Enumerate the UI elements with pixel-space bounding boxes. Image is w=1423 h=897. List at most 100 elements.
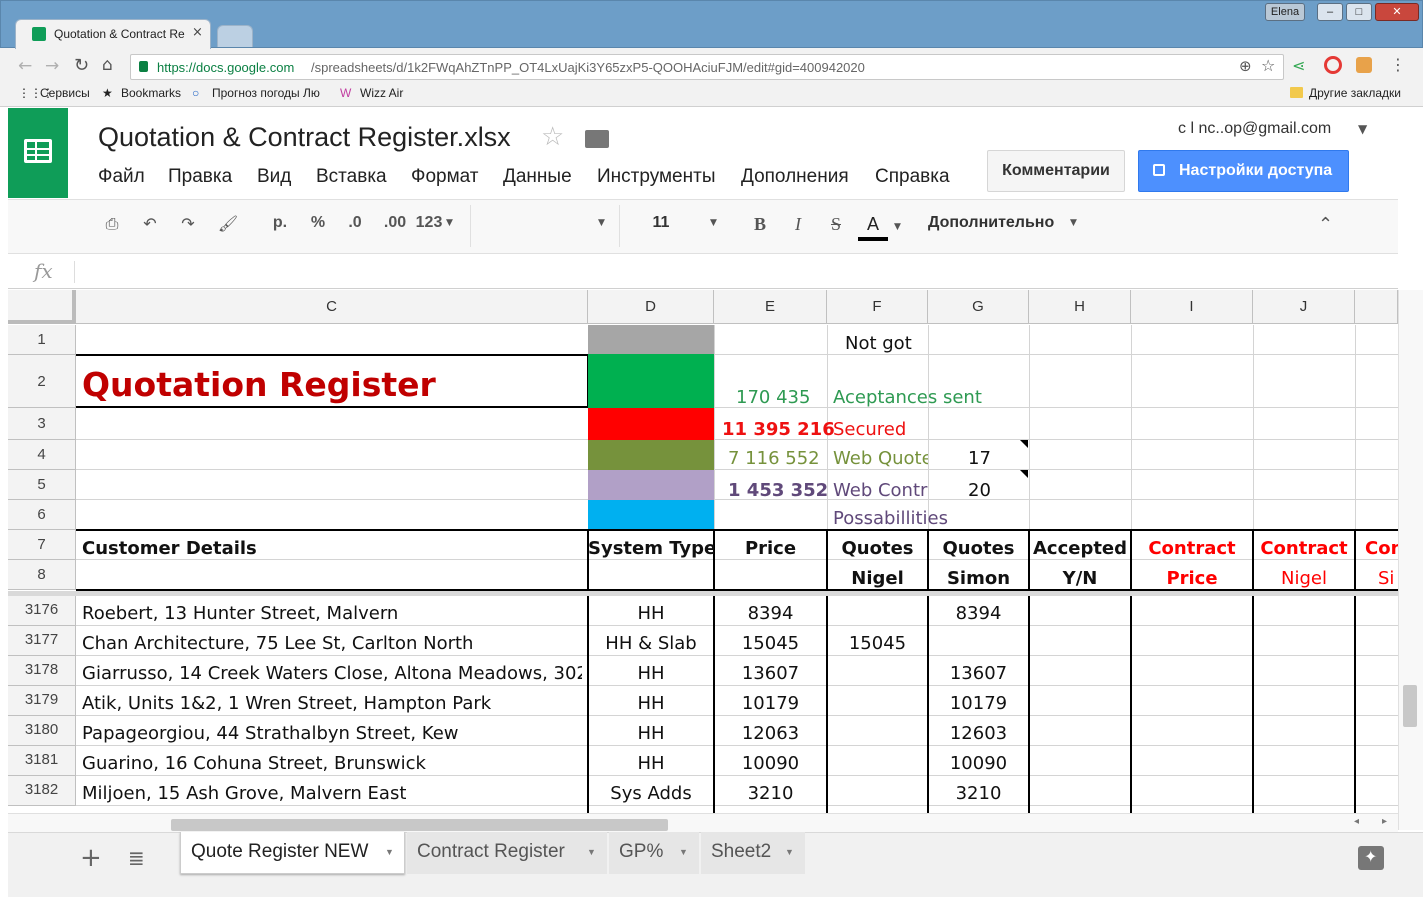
new-tab-button[interactable] [217,25,253,47]
vertical-scroll-thumb[interactable] [1403,685,1417,727]
menu-insert[interactable]: Вставка [316,166,387,188]
maximize-icon[interactable]: □ [1346,3,1372,21]
row-header-4[interactable]: 4 [8,440,76,470]
menu-tools[interactable]: Инструменты [597,166,715,188]
menu-view[interactable]: Вид [257,166,291,188]
row-header[interactable]: 3182 [8,776,76,806]
number-format-dropdown-icon[interactable]: ▼ [446,218,453,228]
swatch-secured[interactable] [588,408,714,440]
cell-system-type[interactable]: HH [588,723,714,744]
row-header-5[interactable]: 5 [8,470,76,500]
menu-data[interactable]: Данные [503,166,572,188]
browser-tab-active[interactable]: Quotation & Contract Re × [15,19,211,49]
sheet-tab-dropdown-icon[interactable]: ▼ [587,832,596,872]
cell-customer[interactable]: Atik, Units 1&2, 1 Wren Street, Hampton … [82,693,582,714]
reload-icon[interactable]: ↻ [74,55,89,76]
explore-icon[interactable]: ✦ [1358,846,1384,870]
sheet-tab-dropdown-icon[interactable]: ▼ [385,832,394,872]
extension-icon[interactable] [1356,57,1372,73]
sheet-tab-sheet2[interactable]: Sheet2 ▼ [701,832,805,874]
star-icon[interactable]: ☆ [541,122,564,152]
cell-system-type[interactable]: HH [588,693,714,714]
row-header[interactable]: 3181 [8,746,76,776]
swatch-not-got[interactable] [588,325,714,354]
cell-quotes-simon[interactable]: 12603 [928,723,1029,744]
row-header[interactable]: 3180 [8,716,76,746]
row-header[interactable]: 3179 [8,686,76,716]
menu-file[interactable]: Файл [98,166,145,188]
cell-quotes-simon[interactable]: 10179 [928,693,1029,714]
menu-help[interactable]: Справка [875,166,950,188]
folder-move-icon[interactable] [585,130,609,148]
scroll-right-icon[interactable]: ▸ [1382,816,1387,827]
cell-system-type[interactable]: HH [588,753,714,774]
zoom-icon[interactable]: ⊕ [1239,57,1252,75]
forward-icon[interactable]: → [45,56,59,76]
cell-price[interactable]: 12063 [714,723,827,744]
cell-customer[interactable]: Chan Architecture, 75 Lee St, Carlton No… [82,633,582,654]
address-bar[interactable]: https://docs.google.com /spreadsheets/d/… [130,54,1284,80]
row-header-8[interactable]: 8 [8,560,76,590]
browser-menu-icon[interactable]: ⋮ [1390,55,1406,74]
comment-marker-icon[interactable] [1020,470,1028,478]
cell-quotes-simon[interactable]: 8394 [928,603,1029,624]
column-header-f[interactable]: F [827,290,928,324]
column-header-d[interactable]: D [588,290,714,324]
bookmark-bookmarks[interactable]: Bookmarks [121,86,181,100]
sheet-tab-quote-register[interactable]: Quote Register NEW ▼ [180,832,405,874]
text-color-dropdown-icon[interactable]: ▼ [894,222,901,232]
cell-price[interactable]: 13607 [714,663,827,684]
collapse-menu-icon[interactable]: ⌃ [1318,214,1333,235]
row-header-3[interactable]: 3 [8,408,76,440]
column-header-g[interactable]: G [928,290,1029,324]
row-header-2[interactable]: 2 [8,355,76,408]
bookmark-weather[interactable]: Прогноз погоды Лю [212,86,320,100]
cell-customer[interactable]: Giarrusso, 14 Creek Waters Close, Altona… [82,663,582,684]
row-header-1[interactable]: 1 [8,325,76,355]
tab-close-icon[interactable]: × [192,25,203,40]
bookmark-star-icon[interactable]: ☆ [1261,56,1275,75]
cell-system-type[interactable]: HH & Slab [588,633,714,654]
bookmark-services[interactable]: Сервисы [40,86,90,100]
cell-price[interactable]: 10090 [714,753,827,774]
cell-customer[interactable]: Roebert, 13 Hunter Street, Malvern [82,603,582,624]
percent-format-button[interactable]: % [306,214,330,232]
menu-format[interactable]: Формат [411,166,479,188]
sheet-tab-gp[interactable]: GP% ▼ [609,832,699,874]
more-dropdown-icon[interactable]: ▼ [1070,218,1077,228]
document-title[interactable]: Quotation & Contract Register.xlsx [98,122,511,153]
comments-button[interactable]: Комментарии [987,150,1125,192]
account-email[interactable]: c l nc..op@gmail.com [1178,120,1331,138]
horizontal-scroll-thumb[interactable] [171,819,668,831]
cell-quotes-nigel[interactable]: 15045 [827,633,928,654]
column-header-i[interactable]: I [1131,290,1253,324]
row-header[interactable]: 3176 [8,596,76,626]
swatch-acceptances[interactable] [588,354,714,408]
column-header-j[interactable]: J [1253,290,1355,324]
cell-customer[interactable]: Papageorgiou, 44 Strathalbyn Street, Kew [82,723,582,744]
other-bookmarks[interactable]: Другие закладки [1309,86,1401,100]
swatch-possibilities[interactable] [588,500,714,530]
sheet-tab-dropdown-icon[interactable]: ▼ [679,832,688,872]
text-color-button[interactable]: A [862,214,884,235]
cell-price[interactable]: 10179 [714,693,827,714]
comment-marker-icon[interactable] [1020,440,1028,448]
scroll-left-icon[interactable]: ◂ [1354,816,1359,827]
home-icon[interactable]: ⌂ [102,55,113,75]
row-header-7[interactable]: 7 [8,530,76,560]
row-header[interactable]: 3178 [8,656,76,686]
select-all-corner[interactable] [8,290,76,324]
cell-customer[interactable]: Miljoen, 15 Ash Grove, Malvern East [82,783,582,804]
frozen-row-divider[interactable] [8,591,1398,596]
column-header-h[interactable]: H [1029,290,1131,324]
font-size-select[interactable]: 11 [650,214,672,232]
decrease-decimal-button[interactable]: .0 [340,214,370,232]
minimize-icon[interactable]: – [1317,3,1343,21]
formula-bar[interactable]: fx [8,255,1398,289]
account-dropdown-icon[interactable]: ▼ [1358,122,1367,136]
cell-quotes-simon[interactable]: 3210 [928,783,1029,804]
bold-button[interactable]: B [750,214,770,235]
cell-system-type[interactable]: HH [588,603,714,624]
paint-format-icon[interactable]: 🖌 [216,214,240,233]
share-extension-icon[interactable]: ⋖ [1292,56,1305,75]
